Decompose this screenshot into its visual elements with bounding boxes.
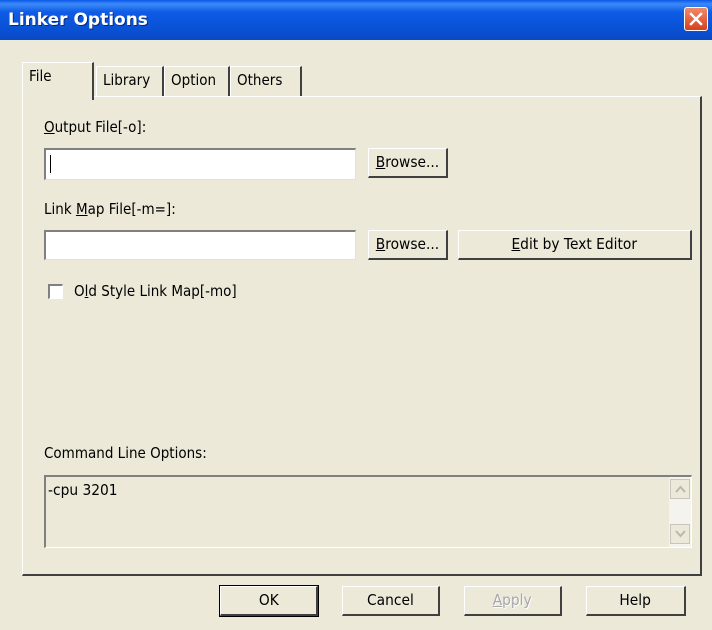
cancel-button[interactable]: Cancel: [342, 586, 440, 616]
tab-library-label: Library: [103, 71, 151, 89]
help-button[interactable]: Help: [586, 586, 686, 616]
tab-others[interactable]: Others: [230, 66, 302, 96]
apply-label: pply: [502, 591, 532, 609]
tab-option[interactable]: Option: [164, 66, 230, 96]
tab-page-file: [22, 96, 702, 576]
linker-options-dialog: Linker Options File Library Option Other…: [0, 0, 712, 630]
tab-others-label: Others: [237, 71, 283, 89]
apply-button[interactable]: Apply: [464, 586, 562, 616]
close-button[interactable]: [684, 7, 708, 31]
tab-file-label: File: [29, 67, 52, 85]
ok-button[interactable]: OK: [219, 585, 319, 617]
tab-library[interactable]: Library: [96, 66, 164, 96]
window-title: Linker Options: [8, 10, 148, 30]
tab-file[interactable]: File: [22, 62, 94, 100]
title-bar: Linker Options: [0, 0, 712, 40]
tab-option-label: Option: [171, 71, 217, 89]
